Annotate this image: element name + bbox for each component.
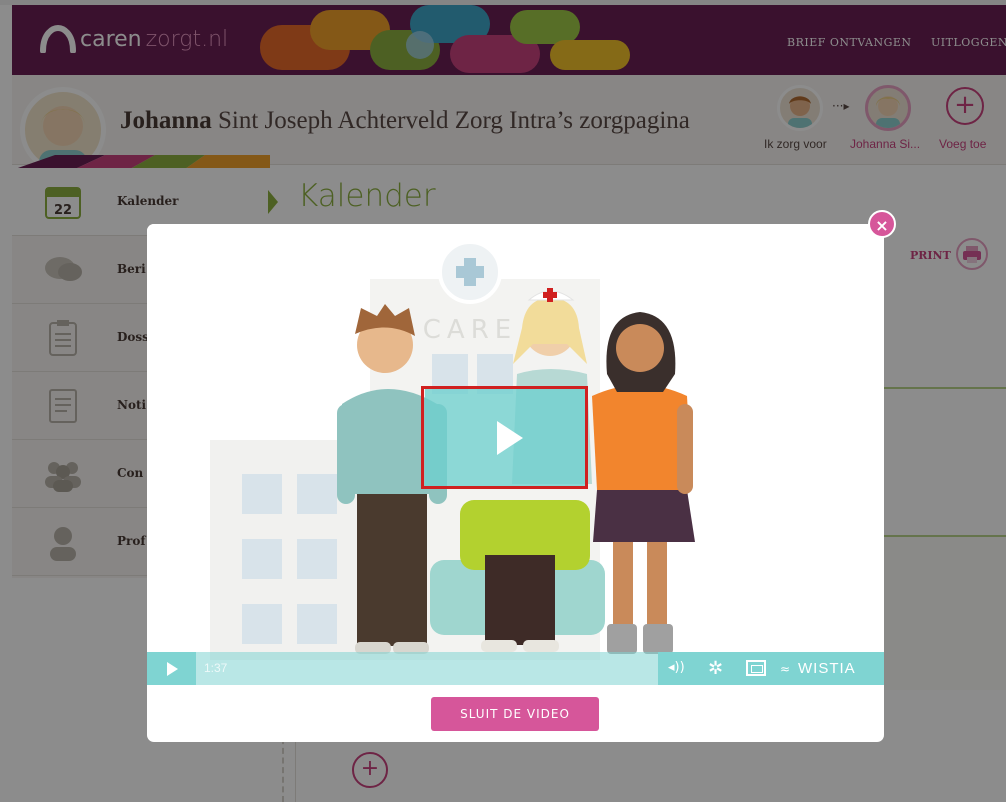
volume-icon[interactable]: ◂)) [668,660,685,675]
player-controls: 1:37 ◂)) ✲ ≈ WISTIA [147,652,884,685]
close-modal-button[interactable]: × [868,210,896,238]
player-right-controls: ◂)) ✲ ≈ WISTIA [658,652,884,685]
video-modal: CARE 1:37 ◂)) ✲ ≈ WISTIA × SLUIT DE VIDE… [147,210,896,742]
close-video-button[interactable]: SLUIT DE VIDEO [431,697,599,731]
control-play-button[interactable] [147,652,196,685]
fullscreen-icon[interactable] [746,660,766,676]
video-player[interactable]: CARE 1:37 ◂)) ✲ ≈ WISTIA [147,224,884,685]
highlight-box [421,386,588,489]
video-time: 1:37 [204,661,228,675]
play-icon [167,662,178,676]
wistia-logo-icon: ≈ [780,662,791,676]
building-sign: CARE [423,315,517,345]
settings-gear-icon[interactable]: ✲ [708,658,723,679]
wistia-brand[interactable]: WISTIA [798,660,856,677]
